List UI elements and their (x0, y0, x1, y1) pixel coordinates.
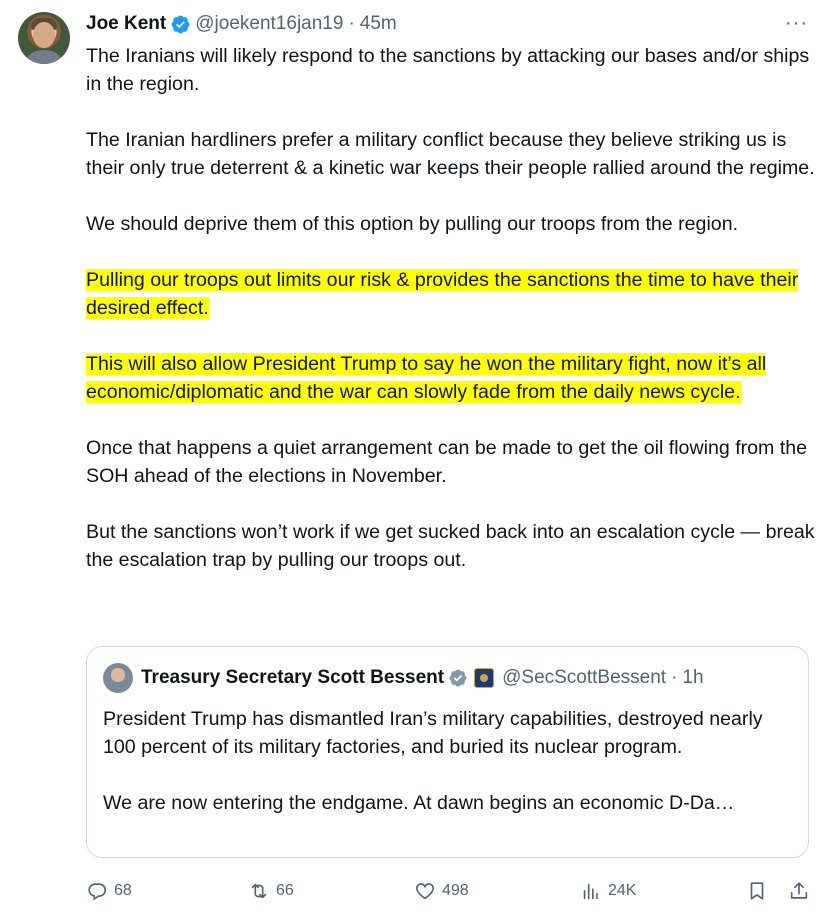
author-avatar[interactable] (18, 12, 70, 64)
like-button[interactable]: 498 (414, 876, 469, 906)
like-count: 498 (442, 882, 469, 899)
post-paragraph: We should deprive them of this option by… (86, 213, 739, 235)
post-header: Joe Kent @joekent16jan19 · 45m (86, 12, 397, 36)
repost-icon (251, 883, 267, 899)
treasury-seal-icon (474, 668, 495, 688)
repost-button[interactable]: 66 (248, 876, 294, 906)
quoted-post-body: President Trump has dismantled Iran’s mi… (103, 705, 793, 845)
author-handle[interactable]: @joekent16jan19 (195, 13, 343, 35)
post-paragraph-highlighted: Pulling our troops out limits our risk &… (86, 266, 816, 322)
quoted-post-time: 1h (682, 667, 704, 688)
gray-verified-badge-icon (449, 669, 467, 687)
quoted-post[interactable]: Treasury Secretary Scott Bessent @SecSco… (86, 646, 809, 858)
views-button[interactable]: 24K (580, 876, 636, 906)
reply-icon (88, 883, 107, 901)
reply-count: 68 (114, 882, 132, 899)
post-paragraph: The Iranians will likely respond to the … (86, 45, 810, 95)
bookmark-button[interactable] (746, 876, 774, 906)
reply-button[interactable]: 68 (86, 876, 132, 906)
more-icon[interactable]: ··· (785, 12, 808, 35)
repost-count: 66 (276, 882, 294, 899)
quoted-paragraph: We are now entering the endgame. At dawn… (103, 792, 735, 814)
post-paragraph-highlighted: This will also allow President Trump to … (86, 350, 816, 406)
author-name[interactable]: Joe Kent (86, 13, 166, 35)
highlighted-text: This will also allow President Trump to … (86, 353, 767, 403)
views-icon (583, 883, 598, 900)
share-icon (790, 882, 808, 899)
highlighted-text: Pulling our troops out limits our risk &… (86, 269, 799, 319)
separator-dot: · (348, 13, 355, 34)
views-count: 24K (608, 882, 637, 899)
post-time[interactable]: 45m (360, 13, 397, 35)
bookmark-icon (750, 882, 764, 900)
post-body: The Iranians will likely respond to the … (86, 42, 816, 602)
share-button[interactable] (788, 876, 816, 906)
post-paragraph: The Iranian hardliners prefer a military… (86, 129, 815, 179)
quoted-post-header: Treasury Secretary Scott Bessent @SecSco… (103, 663, 704, 693)
separator-dot: · (671, 667, 678, 688)
quoted-author-name: Treasury Secretary Scott Bessent (141, 667, 445, 688)
verified-badge-icon (171, 15, 190, 33)
avatar-face (33, 22, 55, 48)
action-bar: 68 66 498 24K (86, 876, 816, 906)
avatar-shirt (24, 50, 64, 64)
post-paragraph: Once that happens a quiet arrangement ca… (86, 437, 808, 487)
like-icon (415, 883, 435, 900)
quoted-author-handle: @SecScottBessent (502, 667, 667, 688)
quoted-author-avatar (103, 663, 133, 693)
quoted-paragraph: President Trump has dismantled Iran’s mi… (103, 708, 763, 758)
post-paragraph: But the sanctions won’t work if we get s… (86, 521, 815, 571)
